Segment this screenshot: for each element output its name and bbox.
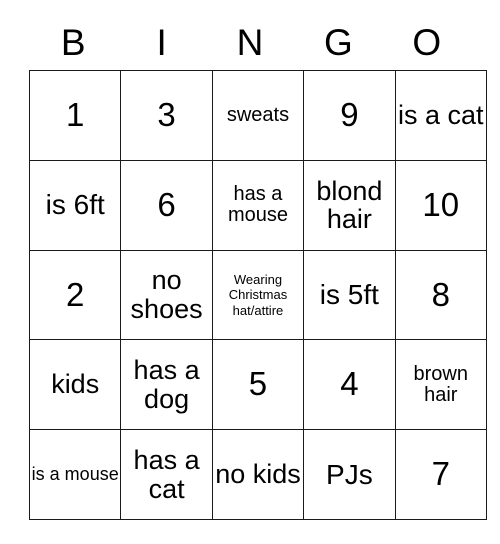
bingo-cell-text: 4	[340, 365, 359, 403]
bingo-cell-text: has a dog	[133, 355, 200, 414]
bingo-cell[interactable]: PJs	[303, 429, 396, 520]
bingo-cell-text: 8	[431, 275, 450, 313]
bingo-header-letter-g: G	[323, 21, 353, 63]
bingo-grid: 1 3 sweats 9 is a cat is 6ft 6 has a mou…	[28, 70, 487, 520]
bingo-cell[interactable]: blond hair	[303, 159, 396, 251]
bingo-cell-text: is a cat	[397, 100, 484, 131]
bingo-cell[interactable]: sweats	[211, 70, 305, 161]
bingo-cell[interactable]: 2	[28, 249, 122, 341]
bingo-cell[interactable]: is a mouse	[28, 429, 122, 520]
bingo-cell-text: PJs	[326, 458, 373, 490]
bingo-cell-text: 1	[66, 95, 85, 133]
bingo-cell[interactable]: brown hair	[394, 339, 487, 431]
bingo-header-letter-n: N	[236, 21, 264, 63]
bingo-cell-text: no shoes	[130, 265, 203, 324]
bingo-row: kids has a dog 5 4 brown hair	[28, 339, 487, 431]
bingo-header-row: B I N G O	[29, 14, 471, 70]
bingo-row: is a mouse has a cat no kids PJs 7	[28, 429, 487, 520]
bingo-cell[interactable]: is a cat	[394, 70, 487, 161]
bingo-cell-text: no kids	[215, 459, 301, 490]
bingo-header-letter-o: O	[412, 21, 442, 63]
bingo-cell-text: 7	[431, 455, 450, 493]
bingo-cell-text: has a mouse	[227, 183, 288, 227]
bingo-cell-text: Wearing Christmas hat/attire	[228, 272, 288, 318]
bingo-cell[interactable]: 1	[28, 70, 122, 161]
bingo-row: 1 3 sweats 9 is a cat	[28, 70, 487, 161]
bingo-row: 2 no shoes Wearing Christmas hat/attire …	[28, 249, 487, 341]
bingo-cell[interactable]: 8	[394, 249, 487, 341]
bingo-cell[interactable]: is 5ft	[303, 249, 396, 341]
bingo-header-letter-i: I	[156, 21, 167, 63]
bingo-cell[interactable]: 5	[211, 339, 305, 431]
bingo-cell[interactable]: 6	[120, 159, 213, 251]
bingo-cell[interactable]: has a mouse	[211, 159, 305, 251]
bingo-cell-text: 3	[157, 95, 176, 133]
bingo-cell[interactable]: 7	[394, 429, 487, 520]
bingo-cell[interactable]: no shoes	[120, 249, 213, 341]
bingo-cell-text: sweats	[226, 103, 290, 126]
bingo-cell-text: kids	[51, 369, 100, 400]
bingo-cell[interactable]: 9	[303, 70, 396, 161]
bingo-cell[interactable]: 10	[394, 159, 487, 251]
bingo-cell[interactable]: has a cat	[120, 429, 213, 520]
bingo-cell-text: 10	[422, 185, 460, 223]
bingo-cell[interactable]: Wearing Christmas hat/attire	[211, 249, 305, 341]
bingo-cell-text: brown hair	[413, 362, 468, 406]
bingo-cell-text: is a mouse	[31, 464, 119, 485]
bingo-card: B I N G O 1 3 sweats 9 is a cat is 6ft 6…	[28, 14, 487, 520]
bingo-cell[interactable]: has a dog	[120, 339, 213, 431]
bingo-cell-text: 6	[157, 185, 176, 223]
bingo-cell[interactable]: kids	[28, 339, 122, 431]
bingo-cell-text: 9	[340, 95, 359, 133]
bingo-cell-text: has a cat	[133, 444, 200, 504]
bingo-cell[interactable]: 3	[120, 70, 213, 161]
bingo-cell-text: blond hair	[316, 175, 383, 235]
bingo-cell[interactable]: is 6ft	[28, 159, 122, 251]
bingo-cell-text: 5	[248, 365, 268, 403]
bingo-cell-text: 2	[66, 275, 85, 313]
bingo-cell-text: is 5ft	[319, 279, 379, 311]
bingo-cell[interactable]: no kids	[211, 429, 305, 520]
bingo-row: is 6ft 6 has a mouse blond hair 10	[28, 159, 487, 251]
bingo-header-letter-b: B	[60, 21, 86, 63]
bingo-cell-text: is 6ft	[45, 189, 105, 221]
bingo-cell[interactable]: 4	[303, 339, 396, 431]
